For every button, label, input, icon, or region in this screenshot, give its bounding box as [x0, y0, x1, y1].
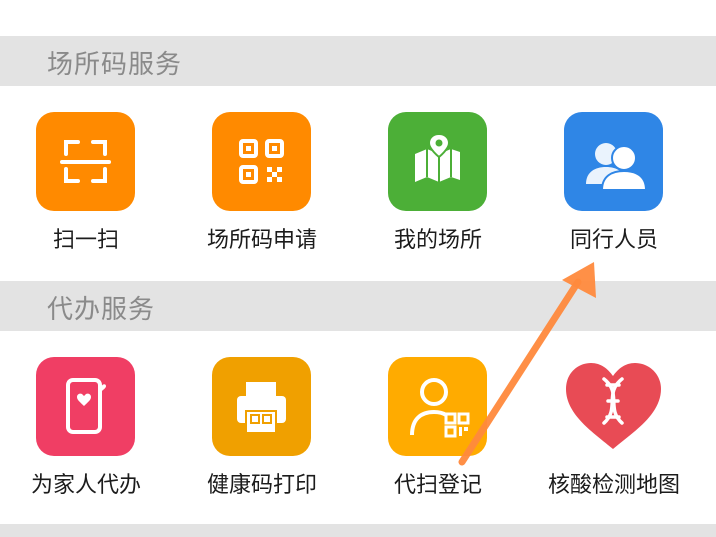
- companions-label: 同行人员: [569, 228, 659, 253]
- companions-button[interactable]: [564, 112, 663, 211]
- venue-code-apply-button[interactable]: [212, 112, 311, 211]
- section-title: 代办服务: [47, 295, 156, 325]
- scan-button[interactable]: [36, 112, 135, 211]
- my-venues-button[interactable]: [388, 112, 487, 211]
- people-icon: [586, 143, 648, 191]
- qr-code-icon: [239, 139, 284, 184]
- health-code-print-label: 健康码打印: [206, 473, 318, 498]
- scan-icon: [60, 140, 111, 183]
- section-divider: [0, 524, 716, 537]
- map-pin-icon: [415, 132, 460, 182]
- my-venues-label: 我的场所: [393, 228, 483, 253]
- previous-row-cropped: [0, 0, 716, 34]
- section-header-venue-code: 场所码服务: [0, 36, 716, 86]
- venue-code-apply-label: 场所码申请: [206, 228, 318, 253]
- nucleic-test-map-button[interactable]: [564, 357, 663, 456]
- printer-icon: [237, 382, 286, 434]
- phone-heart-icon: [66, 378, 106, 434]
- family-proxy-label: 为家人代办: [30, 473, 142, 498]
- health-code-print-button[interactable]: [212, 357, 311, 456]
- dna-heart-icon: [566, 363, 661, 449]
- person-qr-icon: [410, 378, 470, 438]
- section-header-proxy-services: 代办服务: [0, 281, 716, 331]
- proxy-scan-register-button[interactable]: [388, 357, 487, 456]
- scan-label: 扫一扫: [52, 228, 120, 253]
- proxy-scan-register-label: 代扫登记: [393, 473, 483, 498]
- nucleic-test-map-label: 核酸检测地图: [547, 473, 681, 498]
- family-proxy-button[interactable]: [36, 357, 135, 456]
- section-title: 场所码服务: [47, 50, 183, 80]
